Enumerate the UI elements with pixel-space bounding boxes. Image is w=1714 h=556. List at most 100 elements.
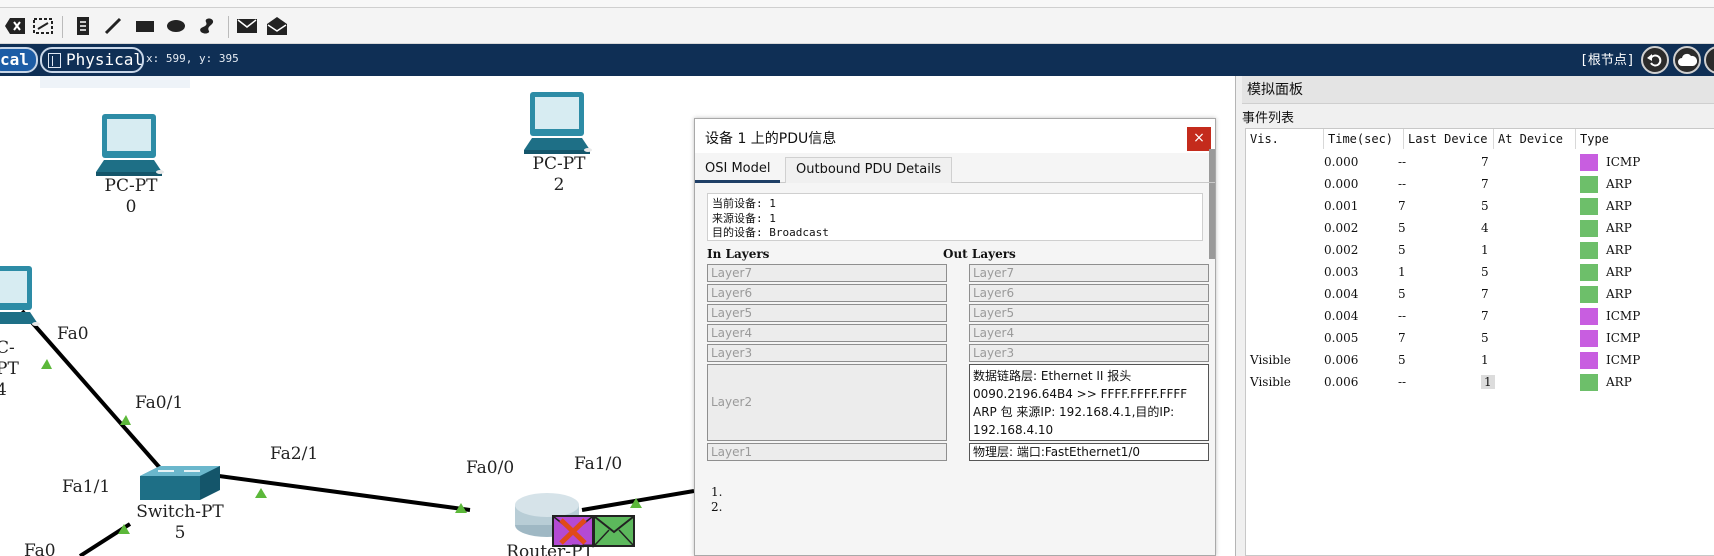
event-row[interactable]: 0.001 7 5 ARP <box>1246 195 1714 217</box>
port-label: Fa0/0 <box>466 458 515 478</box>
event-color-swatch[interactable] <box>1580 176 1598 193</box>
event-row[interactable]: 0.002 5 4 ARP <box>1246 217 1714 239</box>
out-layer-3[interactable]: Layer3 <box>969 344 1209 362</box>
event-type: ARP <box>1606 265 1632 279</box>
event-time: 0.006 <box>1324 375 1359 389</box>
resize-icon[interactable] <box>30 14 56 38</box>
in-layer-1[interactable]: Layer1 <box>707 443 947 461</box>
port-label: Fa1/0 <box>574 454 623 474</box>
event-color-swatch[interactable] <box>1580 374 1598 391</box>
event-at-device: 1 <box>1481 375 1495 389</box>
ellipse-icon[interactable] <box>163 14 189 38</box>
pc-2-label: PC-PT 2 <box>526 154 592 196</box>
event-row[interactable]: Visible 0.006 5 1 ICMP <box>1246 349 1714 371</box>
event-at-device: 7 <box>1481 155 1489 169</box>
complex-pdu-icon[interactable] <box>264 14 290 38</box>
event-color-swatch[interactable] <box>1580 242 1598 259</box>
event-last-device: 5 <box>1398 353 1406 367</box>
device-number: 5 <box>174 523 186 543</box>
close-button[interactable]: × <box>1187 127 1211 151</box>
cloud-icon[interactable] <box>1673 46 1701 74</box>
note-icon[interactable] <box>70 14 96 38</box>
event-row[interactable]: Visible 0.006 -- 1 ARP <box>1246 371 1714 393</box>
out-layer-1-physical[interactable]: 物理层: 端口:FastEthernet1/0 <box>969 443 1209 461</box>
in-layer-6[interactable]: Layer6 <box>707 284 947 302</box>
pc-4-icon[interactable] <box>0 266 40 326</box>
cable-pc4-switch[interactable] <box>20 309 162 470</box>
event-type: ARP <box>1606 221 1632 235</box>
rectangle-icon[interactable] <box>132 14 158 38</box>
column-header-type[interactable]: Type <box>1576 129 1714 149</box>
in-layer-2[interactable]: Layer2 <box>707 364 947 441</box>
event-row[interactable]: 0.005 7 5 ICMP <box>1246 327 1714 349</box>
step-item: 1. <box>711 485 723 499</box>
in-layer-3[interactable]: Layer3 <box>707 344 947 362</box>
dialog-tabs: OSI Model Outbound PDU Details <box>695 157 1215 183</box>
switch-5-label: Switch-PT 5 <box>128 502 232 544</box>
event-time: 0.000 <box>1324 155 1359 169</box>
simple-pdu-icon[interactable] <box>234 14 260 38</box>
pdu-envelope-icon[interactable] <box>593 515 635 547</box>
event-row[interactable]: 0.004 -- 7 ICMP <box>1246 305 1714 327</box>
event-color-swatch[interactable] <box>1580 286 1598 303</box>
event-color-swatch[interactable] <box>1580 220 1598 237</box>
dialog-titlebar[interactable]: 设备 1 上的PDU信息 × <box>695 119 1215 153</box>
physical-tab[interactable]: Physical <box>40 47 144 73</box>
event-color-swatch[interactable] <box>1580 352 1598 369</box>
event-color-swatch[interactable] <box>1580 264 1598 281</box>
event-color-swatch[interactable] <box>1580 198 1598 215</box>
event-color-swatch[interactable] <box>1580 330 1598 347</box>
event-color-swatch[interactable] <box>1580 308 1598 325</box>
device-number: 0 <box>125 197 137 217</box>
event-at-device: 4 <box>1481 221 1489 235</box>
back-icon[interactable] <box>1641 46 1669 74</box>
in-layer-7[interactable]: Layer7 <box>707 264 947 282</box>
event-color-swatch[interactable] <box>1580 154 1598 171</box>
event-type: ARP <box>1606 243 1632 257</box>
event-list-table[interactable]: Vis. Time(sec) Last Device At Device Typ… <box>1245 128 1714 556</box>
tab-outbound-pdu-details[interactable]: Outbound PDU Details <box>785 157 953 183</box>
out-layer-5[interactable]: Layer5 <box>969 304 1209 322</box>
pdu-steps-list: 1. 2. <box>711 485 722 515</box>
event-at-device: 7 <box>1481 309 1489 323</box>
out-layer-2-datalink[interactable]: 数据链路层: Ethernet II 报头 0090.2196.64B4 >> … <box>969 364 1209 441</box>
event-row[interactable]: 0.002 5 1 ARP <box>1246 239 1714 261</box>
event-type: ARP <box>1606 199 1632 213</box>
column-header-time[interactable]: Time(sec) <box>1324 129 1404 149</box>
event-last-device: -- <box>1398 309 1407 323</box>
pdu-device-info: 当前设备: 1 来源设备: 1 目的设备: Broadcast <box>707 193 1203 241</box>
logical-tab[interactable]: cal <box>0 47 38 73</box>
freeform-icon[interactable] <box>194 14 220 38</box>
event-row[interactable]: 0.004 5 7 ARP <box>1246 283 1714 305</box>
out-layer-7[interactable]: Layer7 <box>969 264 1209 282</box>
event-row[interactable]: 0.000 -- 7 ICMP <box>1246 151 1714 173</box>
column-header-last-device[interactable]: Last Device <box>1404 129 1494 149</box>
switch-5-icon[interactable] <box>140 466 220 500</box>
root-node-label[interactable]: [根节点] <box>1580 49 1635 68</box>
line-icon[interactable] <box>100 14 126 38</box>
event-vis: Visible <box>1250 353 1291 367</box>
column-header-vis[interactable]: Vis. <box>1246 129 1324 149</box>
port-label: Fa0/1 <box>135 393 184 413</box>
link-light <box>41 359 52 369</box>
delete-icon[interactable] <box>2 14 28 38</box>
event-time: 0.006 <box>1324 353 1359 367</box>
column-header-at-device[interactable]: At Device <box>1494 129 1576 149</box>
tab-osi-model[interactable]: OSI Model <box>695 157 781 183</box>
collapse-icon[interactable] <box>1704 46 1714 74</box>
port-label: Fa2/1 <box>270 444 319 464</box>
in-layer-4[interactable]: Layer4 <box>707 324 947 342</box>
out-layer-4[interactable]: Layer4 <box>969 324 1209 342</box>
port-label: Fa1/1 <box>62 477 111 497</box>
pc-2-icon[interactable] <box>524 92 592 154</box>
event-row[interactable]: 0.000 -- 7 ARP <box>1246 173 1714 195</box>
out-layer-6[interactable]: Layer6 <box>969 284 1209 302</box>
pdu-info-dialog: 设备 1 上的PDU信息 × OSI Model Outbound PDU De… <box>694 118 1216 556</box>
event-time: 0.000 <box>1324 177 1359 191</box>
source-device: 来源设备: 1 <box>712 211 776 225</box>
step-item: 2. <box>711 500 723 514</box>
event-at-device: 7 <box>1481 177 1489 191</box>
pc-0-icon[interactable] <box>96 114 164 176</box>
event-row[interactable]: 0.003 1 5 ARP <box>1246 261 1714 283</box>
in-layer-5[interactable]: Layer5 <box>707 304 947 322</box>
